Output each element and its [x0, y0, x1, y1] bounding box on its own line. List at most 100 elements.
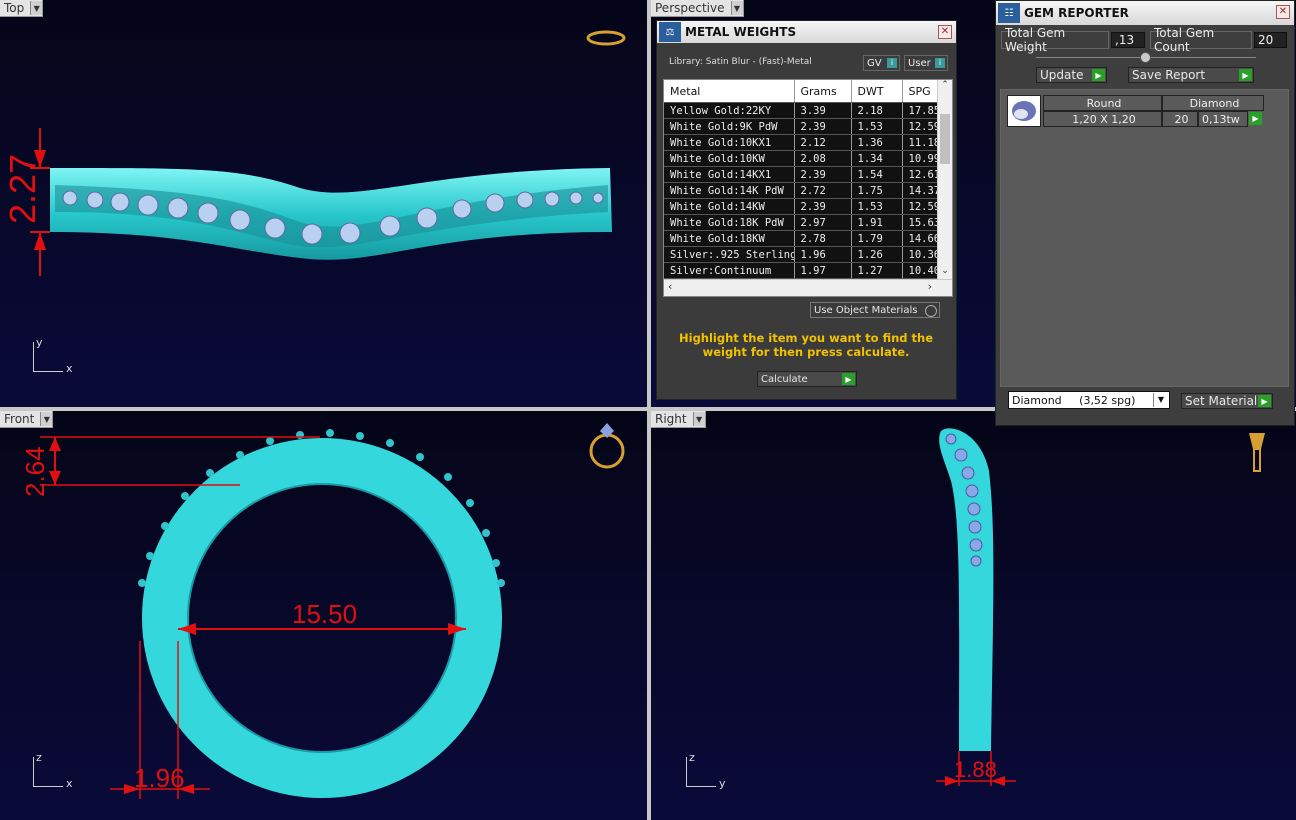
column-header[interactable]: SPG: [902, 80, 940, 103]
dialog-titlebar[interactable]: ☷ GEM REPORTER ✕: [996, 1, 1294, 25]
total-gem-count-label: Total Gem Count: [1150, 26, 1252, 54]
cell: White Gold:10KX1: [664, 134, 795, 151]
cell: 1.26: [851, 246, 903, 263]
dialog-titlebar[interactable]: ⚖ METAL WEIGHTS ✕: [657, 21, 956, 43]
gem-report-icon: ☷: [998, 3, 1020, 23]
use-object-materials-button[interactable]: Use Object Materials: [810, 302, 940, 318]
table-row[interactable]: White Gold:18KW 2.78 1.79 14.66: [664, 230, 940, 247]
table-row[interactable]: White Gold:14KX1 2.39 1.54 12.61: [664, 166, 940, 183]
metal-table-body: Yellow Gold:22KY 3.39 2.18 17.85 White Gold…: [664, 102, 940, 279]
gem-select-button[interactable]: ▶: [1249, 112, 1262, 125]
table-row[interactable]: White Gold:10KW 2.08 1.34 10.99: [664, 150, 940, 167]
axis-label: z: [689, 751, 695, 764]
cell: Yellow Gold:22KY: [664, 102, 795, 119]
calculate-button[interactable]: Calculate ▶: [757, 371, 857, 387]
metal-table: Metal Grams DWT SPG Yellow Gold:22KY 3.39…: [664, 80, 940, 279]
cell: 1.75: [851, 182, 903, 199]
set-material-button[interactable]: Set Material ▶: [1181, 393, 1273, 409]
dialog-title: GEM REPORTER: [1024, 6, 1129, 20]
cell: 2.18: [851, 102, 903, 119]
total-gem-count-value: 20: [1254, 32, 1287, 48]
table-row[interactable]: White Gold:14K PdW 2.72 1.75 14.37: [664, 182, 940, 199]
button-label: Use Object Materials: [814, 304, 918, 316]
hint-text: Highlight the item you want to find the …: [679, 331, 933, 359]
cell: White Gold:18K PdW: [664, 214, 795, 231]
dimension-label: 1.96: [134, 763, 185, 793]
gv-toggle[interactable]: GV i: [863, 55, 900, 71]
cell: 1.91: [851, 214, 903, 231]
close-icon[interactable]: ✕: [1276, 5, 1290, 19]
total-gem-weight-label: Total Gem Weight: [1001, 26, 1109, 54]
toggle-icon: [925, 305, 937, 317]
table-row[interactable]: White Gold:9K PdW 2.39 1.53 12.59: [664, 118, 940, 135]
cell: 15.63: [902, 214, 940, 231]
info-icon: i: [935, 58, 945, 68]
table-row[interactable]: Silver:Continuum 1.97 1.27 10.40: [664, 262, 940, 279]
viewport-top[interactable]: Top ▼ 2.27 y x: [0, 0, 647, 407]
play-icon: ▶: [842, 373, 855, 385]
horizontal-scrollbar[interactable]: ‹ ›: [664, 279, 952, 296]
gem-thumbnail[interactable]: [1007, 95, 1041, 127]
scroll-thumb[interactable]: [940, 114, 950, 164]
table-row[interactable]: Yellow Gold:22KY 3.39 2.18 17.85: [664, 102, 940, 119]
gem-weight: 0,13tw: [1198, 111, 1248, 127]
vertical-scrollbar[interactable]: ⌃ ⌄: [937, 80, 952, 280]
dimension-label: 1.88: [954, 757, 997, 782]
user-toggle[interactable]: User i: [904, 55, 948, 71]
cell: White Gold:10KW: [664, 150, 795, 167]
collapse-handle-icon[interactable]: [1140, 52, 1151, 63]
cell: 2.78: [794, 230, 852, 247]
table-row[interactable]: White Gold:14KW 2.39 1.53 12.59: [664, 198, 940, 215]
axis-label: y: [36, 336, 43, 349]
play-icon: ▶: [1092, 69, 1105, 81]
cell: 12.61: [902, 166, 940, 183]
cell: 14.37: [902, 182, 940, 199]
cell-text: Round: [1086, 96, 1122, 110]
chevron-down-icon[interactable]: ▼: [1153, 393, 1168, 407]
user-label: User: [908, 57, 931, 69]
gv-label: GV: [867, 57, 882, 69]
dialog-title: METAL WEIGHTS: [685, 25, 797, 39]
column-header[interactable]: Grams: [794, 80, 852, 103]
button-label: Calculate: [761, 373, 808, 385]
viewport-front[interactable]: Front ▼ 2.64 15.50 1.96 z x: [0, 411, 647, 820]
cell: 2.39: [794, 198, 852, 215]
table-header-row: Metal Grams DWT SPG: [664, 80, 940, 103]
table-row[interactable]: Silver:.925 Sterling 1.96 1.26 10.36: [664, 246, 940, 263]
gem-reporter-dialog: ☷ GEM REPORTER ✕ Total Gem Weight ,13 To…: [995, 0, 1295, 426]
scroll-down-icon[interactable]: ⌄: [938, 266, 952, 280]
dimension-label: 2.64: [20, 446, 50, 497]
save-report-button[interactable]: Save Report ▶: [1128, 67, 1254, 83]
total-gem-weight-value: ,13: [1111, 32, 1145, 48]
cell: 10.40: [902, 262, 940, 279]
cell: White Gold:14KW: [664, 198, 795, 215]
cell: White Gold:9K PdW: [664, 118, 795, 135]
cell-text: 0,13tw: [1202, 112, 1240, 126]
table-row[interactable]: White Gold:10KX1 2.12 1.36 11.18: [664, 134, 940, 151]
gem-count: 20: [1162, 111, 1198, 127]
cell-text: 20: [1174, 112, 1189, 126]
viewport-right[interactable]: Right ▼ 1.88 z y: [651, 411, 1296, 820]
table-row[interactable]: White Gold:18K PdW 2.97 1.91 15.63: [664, 214, 940, 231]
gem-material: Diamond: [1162, 95, 1264, 111]
scroll-left-icon[interactable]: ‹: [668, 280, 672, 293]
column-header[interactable]: DWT: [851, 80, 903, 103]
axis-indicator: y x: [33, 336, 73, 375]
scroll-up-icon[interactable]: ⌃: [938, 80, 952, 94]
metal-table-container[interactable]: Metal Grams DWT SPG Yellow Gold:22KY 3.39…: [663, 79, 953, 297]
close-icon[interactable]: ✕: [938, 25, 952, 39]
scroll-right-icon[interactable]: ›: [928, 280, 932, 293]
update-button[interactable]: Update ▶: [1036, 67, 1107, 83]
column-header[interactable]: Metal: [664, 80, 795, 103]
chevron-down-icon[interactable]: ▼: [730, 1, 743, 15]
scale-icon: ⚖: [659, 22, 681, 42]
cell: Silver:.925 Sterling: [664, 246, 795, 263]
viewport-label: Perspective: [655, 1, 725, 15]
ring-top-view: [30, 30, 626, 276]
cell: 1.54: [851, 166, 903, 183]
cell: 17.85: [902, 102, 940, 119]
gem-list-panel: Round Diamond 1,20 X 1,20 20 0,13tw ▶: [1000, 89, 1289, 387]
viewport-title-perspective[interactable]: Perspective ▼: [651, 0, 744, 17]
material-select[interactable]: Diamond (3,52 spg) ▼: [1008, 391, 1170, 409]
select-value: Diamond (3,52 spg): [1012, 393, 1136, 407]
